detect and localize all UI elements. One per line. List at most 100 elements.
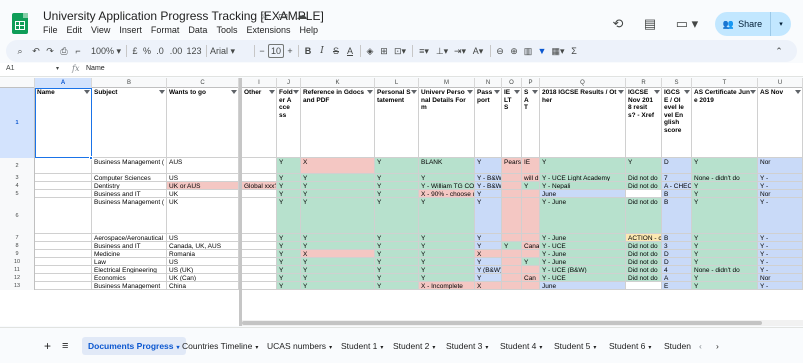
- header-cell-igcse_nov[interactable]: IGCSE Nov 2018 resits? - Xref: [626, 88, 662, 158]
- header-cell-as_cert[interactable]: AS Certificate June 2019: [692, 88, 758, 158]
- header-cell-folder[interactable]: Folder Access: [277, 88, 301, 158]
- paint-format-icon[interactable]: ⌐: [72, 44, 84, 58]
- table-cell[interactable]: Y: [375, 158, 419, 174]
- header-cell-personal[interactable]: Personal Statement: [375, 88, 419, 158]
- table-cell[interactable]: [626, 190, 662, 198]
- table-cell[interactable]: Y: [692, 258, 758, 266]
- tab-student-7[interactable]: Studen: [664, 337, 691, 355]
- table-cell[interactable]: Business and IT: [92, 242, 167, 250]
- table-cell[interactable]: [242, 266, 277, 274]
- table-cell[interactable]: Cana: [522, 242, 540, 250]
- table-cell[interactable]: [242, 190, 277, 198]
- text-color-button[interactable]: A: [344, 44, 356, 58]
- table-cell[interactable]: [502, 266, 522, 274]
- share-dropdown[interactable]: ▾: [771, 20, 791, 28]
- fill-color-icon[interactable]: ◈: [364, 44, 376, 58]
- table-cell[interactable]: [502, 182, 522, 190]
- table-cell[interactable]: Did not do: [626, 174, 662, 182]
- table-cell[interactable]: Y: [277, 198, 301, 234]
- row-header[interactable]: 11: [0, 266, 35, 274]
- table-cell[interactable]: [35, 250, 92, 258]
- table-cell[interactable]: Y -: [758, 234, 803, 242]
- all-sheets-icon[interactable]: ≡: [62, 337, 68, 355]
- sheets-logo-icon[interactable]: [12, 13, 28, 34]
- table-cell[interactable]: Y -: [758, 182, 803, 190]
- name-box[interactable]: A1: [6, 65, 15, 72]
- table-cell[interactable]: [502, 174, 522, 182]
- table-cell[interactable]: ACTION - ch: [626, 234, 662, 242]
- table-cell[interactable]: [502, 234, 522, 242]
- table-cell[interactable]: [35, 258, 92, 266]
- decrease-decimal-button[interactable]: .0: [154, 44, 166, 58]
- row-header[interactable]: 1: [0, 88, 35, 158]
- table-cell[interactable]: China: [167, 282, 239, 290]
- table-cell[interactable]: Y: [301, 234, 375, 242]
- table-cell[interactable]: Law: [92, 258, 167, 266]
- row-header[interactable]: 9: [0, 250, 35, 258]
- table-cell[interactable]: Did not do: [626, 242, 662, 250]
- table-cell[interactable]: Y -: [758, 282, 803, 290]
- table-cell[interactable]: Y - June: [540, 250, 626, 258]
- tab-student-1[interactable]: Student 1 ▾: [341, 337, 383, 355]
- table-cell[interactable]: [35, 198, 92, 234]
- zoom-select[interactable]: 100% ▾: [90, 44, 122, 58]
- table-cell[interactable]: Canada, UK, AUS: [167, 242, 239, 250]
- add-sheet-icon[interactable]: +: [44, 337, 51, 355]
- table-cell[interactable]: Y: [375, 198, 419, 234]
- table-cell[interactable]: Dentistry: [92, 182, 167, 190]
- table-cell[interactable]: [242, 274, 277, 282]
- table-cell[interactable]: Y: [301, 190, 375, 198]
- italic-button[interactable]: I: [316, 44, 328, 58]
- table-cell[interactable]: Y: [277, 234, 301, 242]
- percent-button[interactable]: %: [142, 44, 152, 58]
- table-cell[interactable]: Y: [277, 282, 301, 290]
- table-cell[interactable]: [35, 274, 92, 282]
- table-cell[interactable]: IE: [522, 158, 540, 174]
- column-header-t[interactable]: T: [692, 78, 758, 88]
- undo-icon[interactable]: ↶: [30, 44, 42, 58]
- menu-help[interactable]: Help: [299, 25, 318, 35]
- table-cell[interactable]: Y: [419, 234, 475, 242]
- table-cell[interactable]: June: [540, 190, 626, 198]
- table-cell[interactable]: Nor: [758, 190, 803, 198]
- table-cell[interactable]: Y: [375, 234, 419, 242]
- filter-dropdown-icon[interactable]: [654, 90, 660, 94]
- print-icon[interactable]: ⎙: [58, 44, 70, 58]
- column-header-o[interactable]: O: [502, 78, 522, 88]
- table-cell[interactable]: Y - B&W: [475, 182, 502, 190]
- table-cell[interactable]: [502, 190, 522, 198]
- table-cell[interactable]: 3: [662, 242, 692, 250]
- menu-insert[interactable]: Insert: [119, 25, 142, 35]
- table-cell[interactable]: Pearson: [502, 158, 522, 174]
- table-cell[interactable]: Y: [375, 190, 419, 198]
- insert-link-icon[interactable]: ⊖: [494, 44, 506, 58]
- filter-dropdown-icon[interactable]: [467, 90, 473, 94]
- table-cell[interactable]: D: [662, 158, 692, 174]
- filter-dropdown-icon[interactable]: [514, 90, 520, 94]
- filter-dropdown-icon[interactable]: [159, 90, 165, 94]
- row-header[interactable]: 12: [0, 274, 35, 282]
- table-cell[interactable]: Nor: [758, 274, 803, 282]
- table-cell[interactable]: Did not do: [626, 182, 662, 190]
- table-cell[interactable]: Y: [277, 158, 301, 174]
- table-cell[interactable]: Did not do: [626, 274, 662, 282]
- table-cell[interactable]: Y: [502, 242, 522, 250]
- table-cell[interactable]: Y: [692, 182, 758, 190]
- collapse-menus-icon[interactable]: ⌃: [772, 44, 786, 58]
- table-cell[interactable]: A - CHEC: [662, 182, 692, 190]
- comments-icon[interactable]: ▤: [641, 15, 659, 33]
- header-cell-igcse_e[interactable]: IGCSE / Olevel level English score: [662, 88, 692, 158]
- table-cell[interactable]: Y: [692, 198, 758, 234]
- table-cell[interactable]: [522, 266, 540, 274]
- table-cell[interactable]: June: [540, 282, 626, 290]
- strikethrough-button[interactable]: S: [330, 44, 342, 58]
- table-cell[interactable]: [35, 234, 92, 242]
- table-cell[interactable]: Did not do: [626, 266, 662, 274]
- row-header[interactable]: 5: [0, 190, 35, 198]
- table-cell[interactable]: [35, 158, 92, 174]
- table-cell[interactable]: D: [662, 258, 692, 266]
- table-cell[interactable]: B: [662, 198, 692, 234]
- table-cell[interactable]: D: [662, 250, 692, 258]
- table-cell[interactable]: Business and IT: [92, 190, 167, 198]
- table-cell[interactable]: Y: [626, 158, 662, 174]
